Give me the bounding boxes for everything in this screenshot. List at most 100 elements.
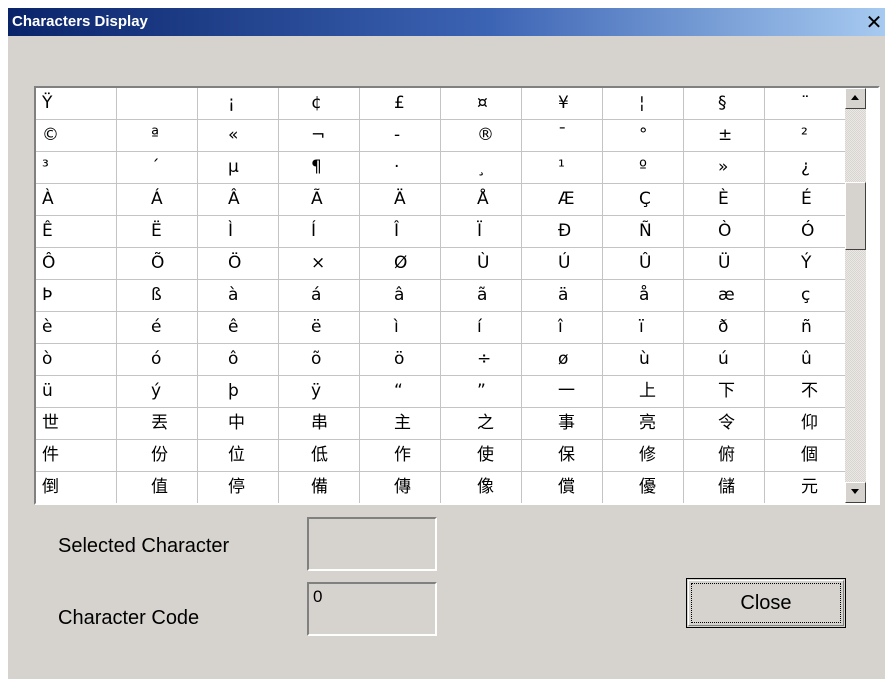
title-bar[interactable]: Characters Display ✕	[8, 8, 885, 36]
character-cell[interactable]: Â	[198, 184, 279, 216]
character-cell[interactable]: Ê	[36, 216, 117, 248]
character-cell[interactable]: 世	[36, 408, 117, 440]
character-cell[interactable]: Ý	[765, 248, 845, 280]
character-cell[interactable]: £	[360, 88, 441, 120]
character-cell[interactable]: Ä	[360, 184, 441, 216]
character-cell[interactable]: 個	[765, 440, 845, 472]
character-cell[interactable]: í	[441, 312, 522, 344]
character-cell[interactable]: ·	[360, 152, 441, 184]
character-cell[interactable]: É	[765, 184, 845, 216]
character-cell[interactable]: å	[603, 280, 684, 312]
character-cell[interactable]: 值	[117, 472, 198, 503]
character-cell[interactable]: Á	[117, 184, 198, 216]
character-cell[interactable]: ÿ	[279, 376, 360, 408]
character-cell[interactable]: Ã	[279, 184, 360, 216]
character-cell[interactable]: 元	[765, 472, 845, 503]
character-cell[interactable]: ê	[198, 312, 279, 344]
character-cell[interactable]: 亮	[603, 408, 684, 440]
character-cell[interactable]: û	[765, 344, 845, 376]
character-cell[interactable]: Ô	[36, 248, 117, 280]
character-cell[interactable]: ¡	[198, 88, 279, 120]
character-cell[interactable]: ú	[684, 344, 765, 376]
character-cell[interactable]: ù	[603, 344, 684, 376]
scroll-up-button[interactable]	[845, 88, 866, 109]
character-cell[interactable]: »	[684, 152, 765, 184]
character-cell[interactable]: Ù	[441, 248, 522, 280]
character-cell[interactable]: 傳	[360, 472, 441, 503]
character-cell[interactable]: Ö	[198, 248, 279, 280]
character-cell[interactable]: ø	[522, 344, 603, 376]
character-cell[interactable]: Î	[360, 216, 441, 248]
character-cell[interactable]: ®	[441, 120, 522, 152]
character-cell[interactable]: Ø	[360, 248, 441, 280]
character-cell[interactable]: È	[684, 184, 765, 216]
character-cell[interactable]: ª	[117, 120, 198, 152]
character-cell[interactable]: 事	[522, 408, 603, 440]
character-cell[interactable]: «	[198, 120, 279, 152]
character-cell[interactable]: 作	[360, 440, 441, 472]
character-cell[interactable]: Ç	[603, 184, 684, 216]
character-cell[interactable]: ¢	[279, 88, 360, 120]
scroll-down-button[interactable]	[845, 482, 866, 503]
character-cell[interactable]: ä	[522, 280, 603, 312]
character-cell[interactable]: ó	[117, 344, 198, 376]
close-window-icon[interactable]: ✕	[863, 11, 885, 33]
character-cell[interactable]: 一	[522, 376, 603, 408]
character-cell[interactable]: º	[603, 152, 684, 184]
character-cell[interactable]: à	[198, 280, 279, 312]
character-cell[interactable]	[117, 88, 198, 120]
character-cell[interactable]: ö	[360, 344, 441, 376]
character-cell[interactable]: 主	[360, 408, 441, 440]
character-cell[interactable]: á	[279, 280, 360, 312]
character-cell[interactable]: ý	[117, 376, 198, 408]
character-cell[interactable]: ¤	[441, 88, 522, 120]
close-button[interactable]: Close	[686, 578, 846, 628]
character-cell[interactable]: ³	[36, 152, 117, 184]
character-cell[interactable]: Ÿ	[36, 88, 117, 120]
character-cell[interactable]: ±	[684, 120, 765, 152]
character-cell[interactable]: î	[522, 312, 603, 344]
character-cell[interactable]: Ü	[684, 248, 765, 280]
character-cell[interactable]: 串	[279, 408, 360, 440]
character-cell[interactable]: ²	[765, 120, 845, 152]
character-cell[interactable]: ë	[279, 312, 360, 344]
character-cell[interactable]: ò	[36, 344, 117, 376]
character-cell[interactable]: 低	[279, 440, 360, 472]
character-cell[interactable]: ¬	[279, 120, 360, 152]
character-cell[interactable]: ï	[603, 312, 684, 344]
character-cell[interactable]: Þ	[36, 280, 117, 312]
character-cell[interactable]: ¨	[765, 88, 845, 120]
character-cell[interactable]: 儲	[684, 472, 765, 503]
vertical-scrollbar[interactable]	[845, 88, 866, 503]
character-cell[interactable]: Ï	[441, 216, 522, 248]
character-cell[interactable]: ¹	[522, 152, 603, 184]
character-cell[interactable]: ÷	[441, 344, 522, 376]
character-cell[interactable]: ñ	[765, 312, 845, 344]
character-cell[interactable]: 之	[441, 408, 522, 440]
character-cell[interactable]: ß	[117, 280, 198, 312]
character-cell[interactable]: ¿	[765, 152, 845, 184]
character-cell[interactable]: 中	[198, 408, 279, 440]
character-cell[interactable]: 令	[684, 408, 765, 440]
character-cell[interactable]: 倒	[36, 472, 117, 503]
character-cell[interactable]: Ó	[765, 216, 845, 248]
character-cell[interactable]: §	[684, 88, 765, 120]
character-cell[interactable]: “	[360, 376, 441, 408]
character-cell[interactable]: Ú	[522, 248, 603, 280]
character-cell[interactable]: õ	[279, 344, 360, 376]
character-cell[interactable]: ´	[117, 152, 198, 184]
character-cell[interactable]: æ	[684, 280, 765, 312]
character-cell[interactable]: 像	[441, 472, 522, 503]
character-cell[interactable]: 位	[198, 440, 279, 472]
character-code-field[interactable]: 0	[307, 582, 437, 636]
character-cell[interactable]: Ë	[117, 216, 198, 248]
character-cell[interactable]: ¯	[522, 120, 603, 152]
character-cell[interactable]: 俯	[684, 440, 765, 472]
character-cell[interactable]: Õ	[117, 248, 198, 280]
character-cell[interactable]: 下	[684, 376, 765, 408]
character-cell[interactable]: 不	[765, 376, 845, 408]
character-cell[interactable]: Û	[603, 248, 684, 280]
character-cell[interactable]: Ò	[684, 216, 765, 248]
scroll-thumb[interactable]	[845, 182, 866, 250]
character-cell[interactable]: ¦	[603, 88, 684, 120]
